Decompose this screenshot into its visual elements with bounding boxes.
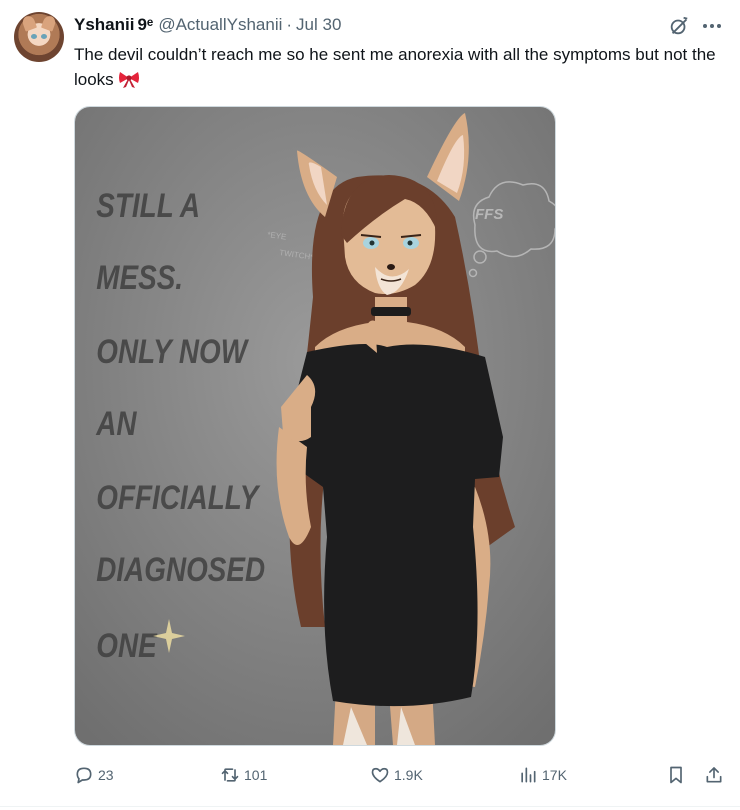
bookmark-button[interactable] [666,760,690,790]
author-pronoun: 9ᵉ [137,15,154,34]
reply-icon [76,767,92,784]
reply-count: 23 [98,767,114,783]
tweet-date[interactable]: Jul 30 [296,15,341,35]
views-button[interactable]: 17K [518,760,567,790]
tweet-body: The devil couldn’t reach me so he sent m… [74,45,716,89]
avatar[interactable] [14,12,64,62]
like-count: 1.9K [394,767,423,783]
image-text-line-4: AN [95,404,137,442]
reply-button[interactable]: 23 [74,760,114,790]
repost-count: 101 [244,767,268,783]
bookmark-icon [670,766,682,784]
author-handle[interactable]: @ActuallYshanii [158,15,282,35]
divider [0,806,740,807]
repost-icon [221,768,239,782]
tweet[interactable]: Yshanii 9ᵉ @ActuallYshanii · Jul 30 The … [0,0,740,810]
share-icon [706,767,722,783]
image-text-line-7: ONE [96,626,158,664]
action-bar: 23 101 1.9K 17K [74,760,730,790]
image-text-line-6: DIAGNOSED [96,550,265,588]
image-text-line-2: MESS. [96,258,183,296]
tweet-text: The devil couldn’t reach me so he sent m… [74,42,724,92]
views-icon [521,767,536,783]
author-name[interactable]: Yshanii [74,15,134,35]
more-icon[interactable] [700,15,724,37]
like-icon [371,767,389,783]
repost-button[interactable]: 101 [220,760,267,790]
thought-bubble-text: FFS [475,206,503,223]
like-button[interactable]: 1.9K [370,760,423,790]
image-text-line-1: STILL A [96,186,200,224]
share-button[interactable] [704,760,728,790]
separator: · [286,15,293,34]
view-count: 17K [542,767,567,783]
ribbon-bow-emoji [118,72,139,88]
image-text-line-5: OFFICIALLY [96,478,261,516]
tweet-image[interactable]: STILL A MESS. ONLY NOW AN OFFICIALLY DIA… [74,106,556,746]
image-text-line-3: ONLY NOW [96,332,249,370]
tweet-header: Yshanii 9ᵉ @ActuallYshanii · Jul 30 [74,14,341,36]
grok-icon[interactable] [668,15,690,37]
